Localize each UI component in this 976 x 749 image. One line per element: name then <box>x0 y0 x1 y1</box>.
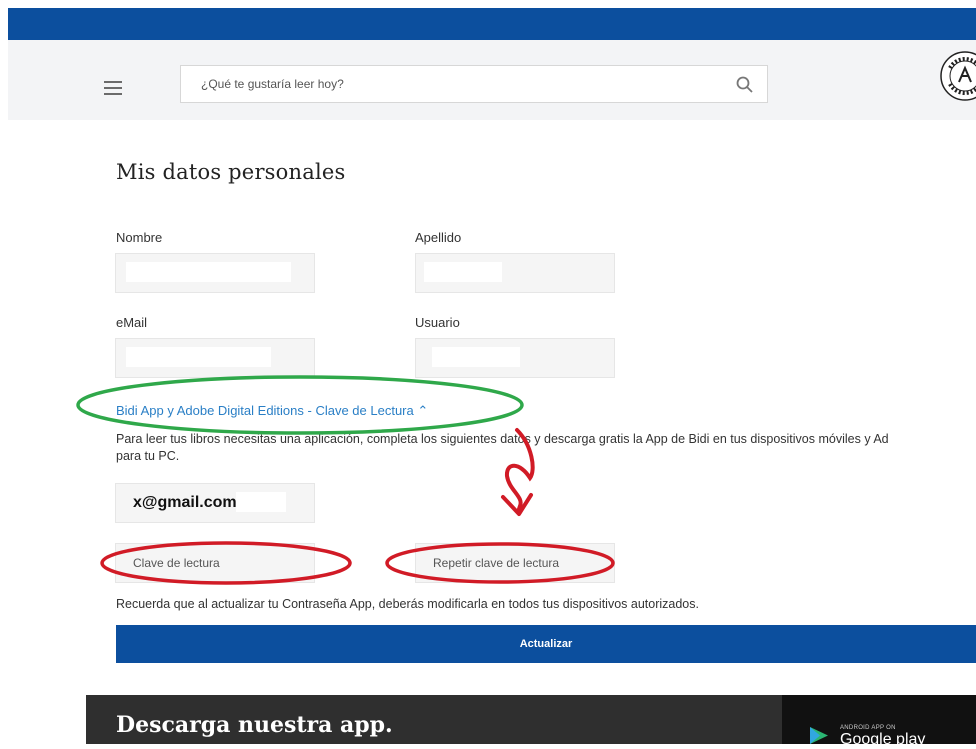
app-email-field[interactable]: x@gmail.com <box>115 483 315 523</box>
reading-key-input[interactable] <box>116 544 314 582</box>
nombre-label: Nombre <box>116 230 163 245</box>
intro-line-1: Para leer tus libros necesitas una aplic… <box>116 432 889 446</box>
apellido-label: Apellido <box>415 230 462 245</box>
repeat-reading-key-input[interactable] <box>416 544 614 582</box>
reading-key-field <box>115 543 315 583</box>
update-warning-note: Recuerda que al actualizar tu Contraseña… <box>116 597 699 611</box>
usuario-field[interactable] <box>415 338 615 378</box>
redacted-value <box>432 347 520 367</box>
redacted-value <box>236 492 286 512</box>
red-arrow-head <box>501 493 533 516</box>
menu-icon[interactable] <box>104 81 122 95</box>
repeat-reading-key-field <box>415 543 615 583</box>
search-icon[interactable] <box>735 75 755 95</box>
nombre-field[interactable] <box>115 253 315 293</box>
page-title: Mis datos personales <box>116 160 346 184</box>
app-email-value: x@gmail.com <box>133 494 237 511</box>
reading-key-intro: Para leer tus libros necesitas una aplic… <box>116 431 976 465</box>
footer-title: Descarga nuestra app. <box>116 712 393 738</box>
update-button[interactable]: Actualizar <box>116 625 976 663</box>
email-field[interactable] <box>115 338 315 378</box>
intro-line-2: para tu PC. <box>116 449 180 463</box>
reading-key-section-toggle[interactable]: Bidi App y Adobe Digital Editions - Clav… <box>116 403 428 419</box>
search-input[interactable] <box>181 66 741 102</box>
email-label: eMail <box>116 315 148 330</box>
apellido-field[interactable] <box>415 253 615 293</box>
google-play-badge[interactable]: ANDROID APP ON Google play <box>808 725 976 748</box>
redacted-value <box>126 262 291 282</box>
search-box <box>180 65 768 103</box>
store-big-text: Google play <box>840 731 926 748</box>
redacted-value <box>126 347 271 367</box>
usuario-label: Usuario <box>415 315 460 330</box>
google-play-icon <box>810 727 828 744</box>
redacted-value <box>424 262 502 282</box>
top-brand-bar <box>8 8 976 40</box>
institution-seal-logo <box>940 51 976 101</box>
